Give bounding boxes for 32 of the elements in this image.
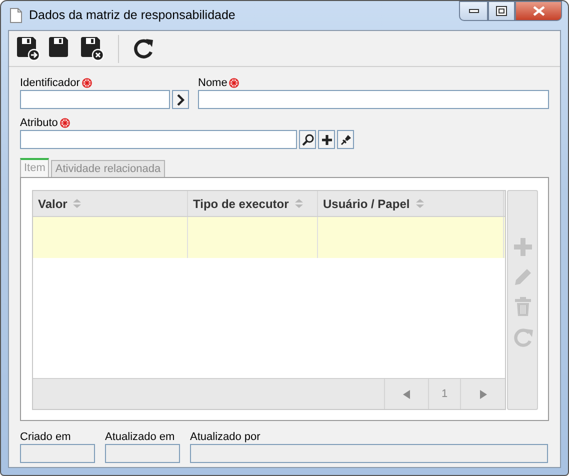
field-label: Identificador <box>20 76 80 91</box>
minimize-button[interactable] <box>459 1 488 21</box>
go-button[interactable] <box>172 90 189 109</box>
column-header[interactable]: Tipo de executor <box>188 191 318 216</box>
field-label: Atributo <box>20 116 58 131</box>
search-icon[interactable] <box>299 130 316 149</box>
save-close-icon[interactable] <box>80 36 104 60</box>
window-title: Dados da matriz de responsabilidade <box>29 7 236 24</box>
field-label: Criado em <box>20 430 71 445</box>
field-label: Atualizado em <box>105 430 175 445</box>
plus-icon[interactable] <box>318 130 335 149</box>
document-icon <box>10 8 22 23</box>
field-label: Atualizado por <box>190 430 260 445</box>
maximize-button[interactable] <box>488 1 515 21</box>
brush-icon[interactable] <box>337 130 354 149</box>
input-field[interactable] <box>20 90 170 109</box>
column-header[interactable]: Usuário / Papel <box>318 191 504 216</box>
triangle-right-icon <box>479 390 487 398</box>
chevron-right-icon <box>176 94 185 106</box>
close-button[interactable] <box>515 1 562 21</box>
input-field[interactable] <box>198 90 549 109</box>
field-label: Nome <box>198 76 228 91</box>
triangle-left-icon <box>402 390 410 398</box>
close-icon <box>532 6 544 16</box>
input-field[interactable] <box>20 130 297 149</box>
sort-icon <box>294 199 303 208</box>
column-header[interactable]: Valor <box>33 191 188 216</box>
maximize-icon <box>496 6 507 16</box>
sort-icon <box>416 199 424 208</box>
save-new-icon[interactable] <box>16 36 40 60</box>
minimize-icon <box>468 9 478 13</box>
sort-icon <box>73 199 82 208</box>
